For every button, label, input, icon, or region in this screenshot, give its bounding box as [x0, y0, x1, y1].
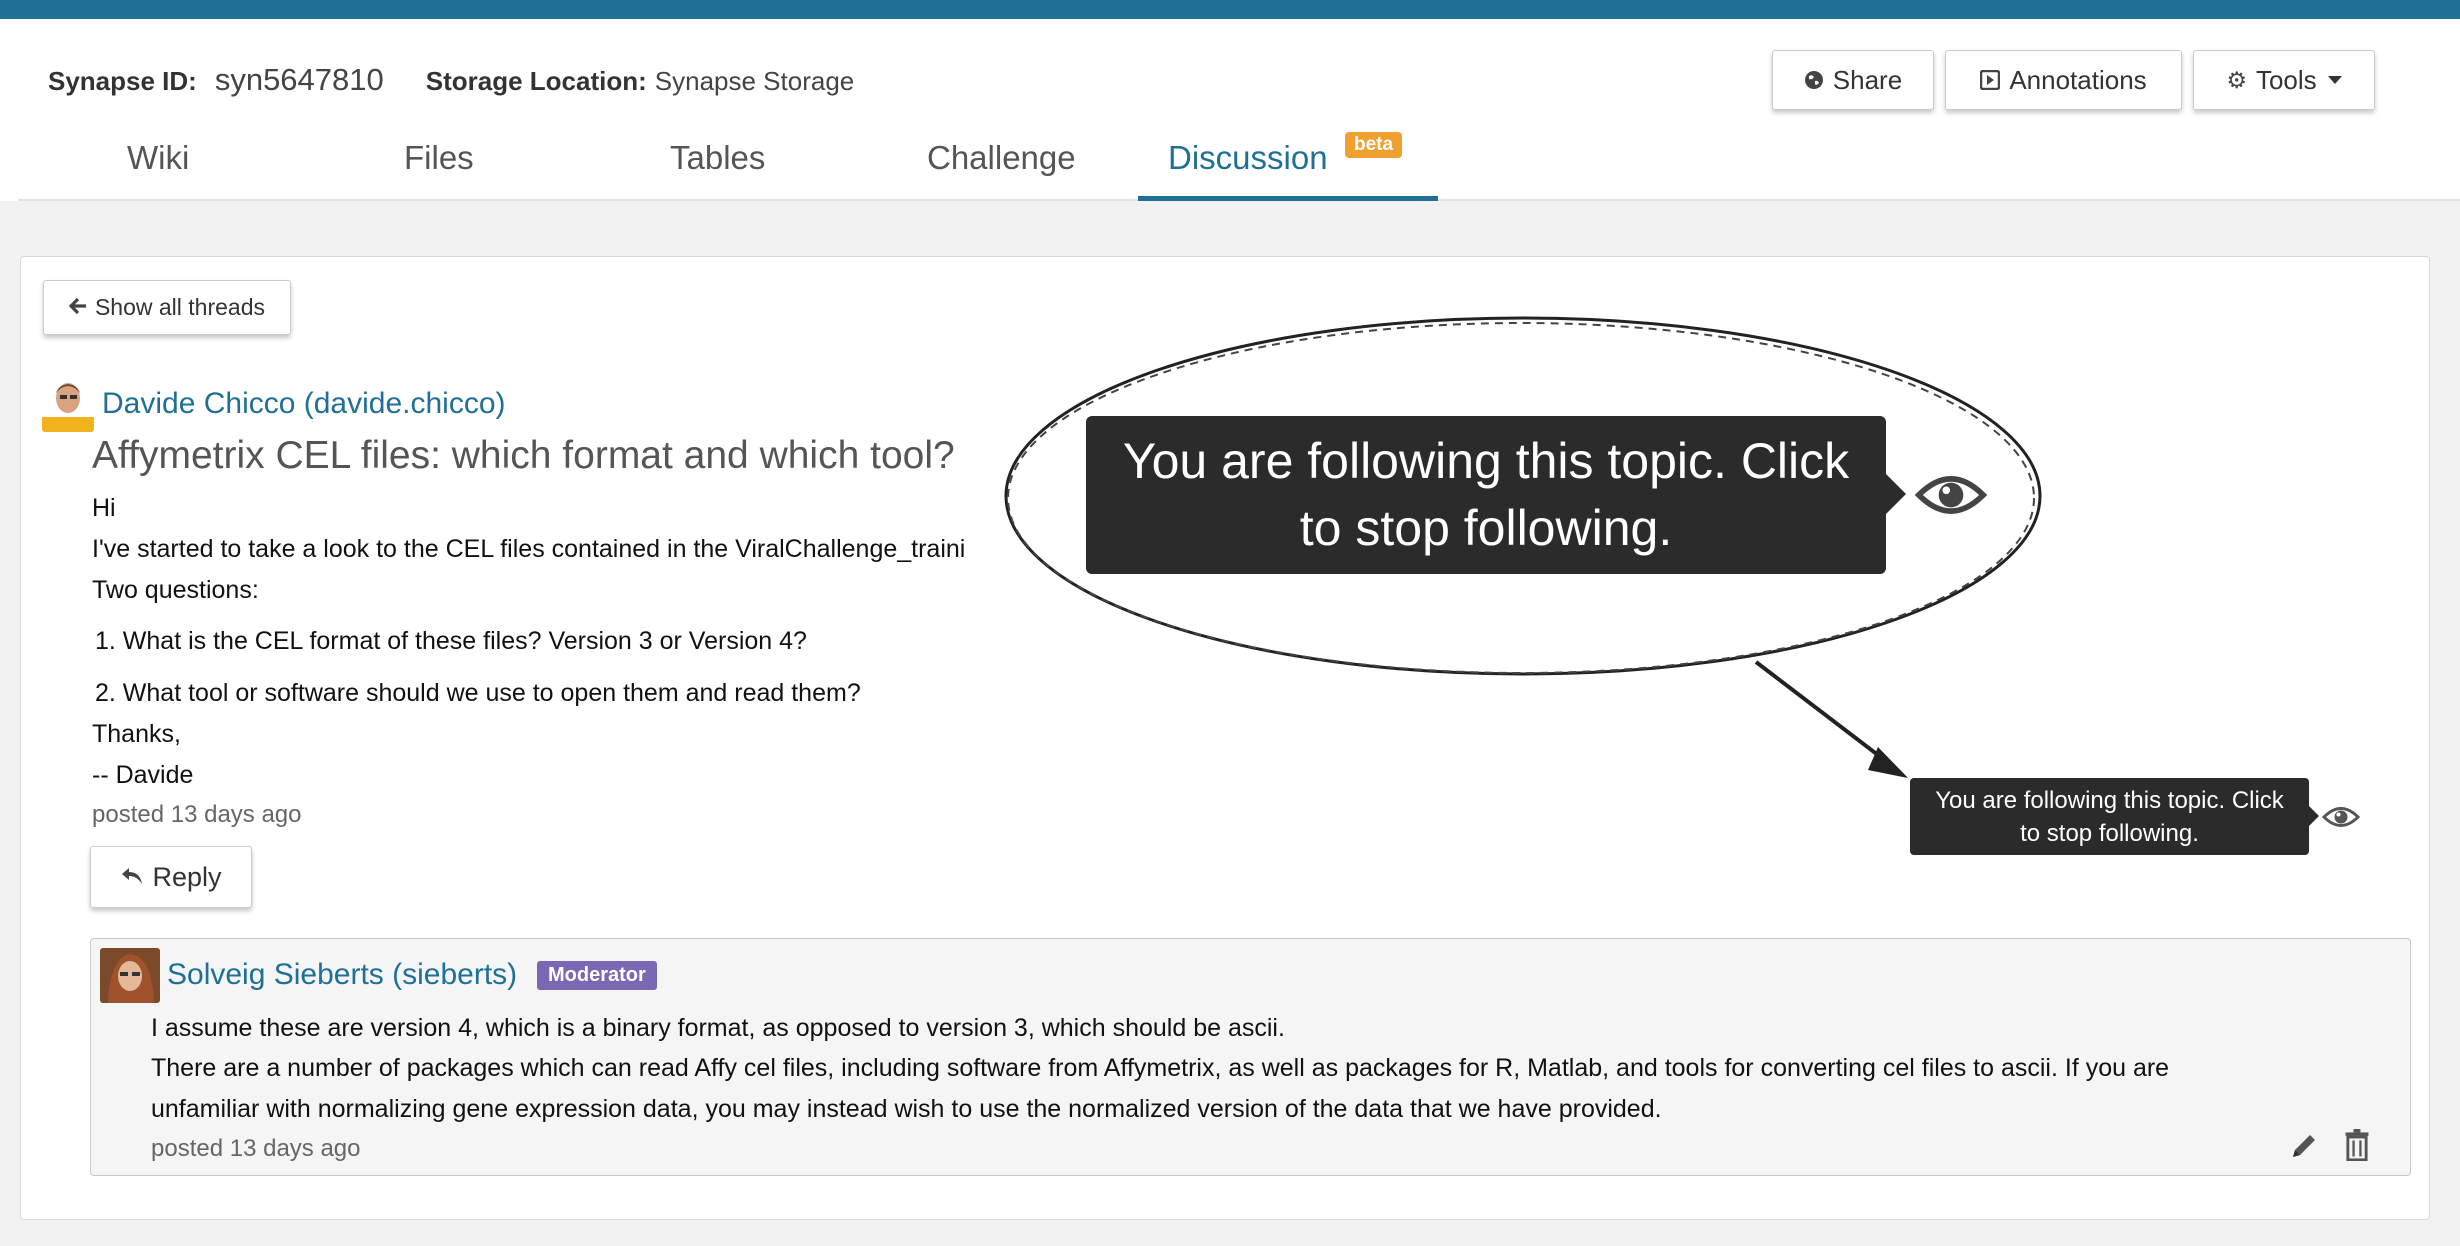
reply-body-line: unfamiliar with normalizing gene express…	[151, 1095, 1662, 1123]
follow-tooltip-line: to stop following.	[1299, 500, 1673, 556]
eye-icon	[1914, 470, 1988, 520]
follow-tooltip-line: You are following this topic. Click	[1122, 433, 1850, 489]
reply-author-link[interactable]: Solveig Sieberts (sieberts)	[167, 958, 517, 992]
reply-body-line: There are a number of packages which can…	[151, 1054, 2170, 1082]
pencil-icon[interactable]	[2289, 1131, 2319, 1161]
avatar	[100, 948, 160, 1003]
reply-posted-time: posted 13 days ago	[151, 1135, 361, 1162]
reply-body-line: I assume these are version 4, which is a…	[151, 1014, 1285, 1042]
follow-tooltip-magnified: You are following this topic. Click to s…	[1086, 416, 1906, 574]
moderator-badge: Moderator	[537, 961, 657, 990]
trash-icon[interactable]	[2344, 1129, 2370, 1162]
